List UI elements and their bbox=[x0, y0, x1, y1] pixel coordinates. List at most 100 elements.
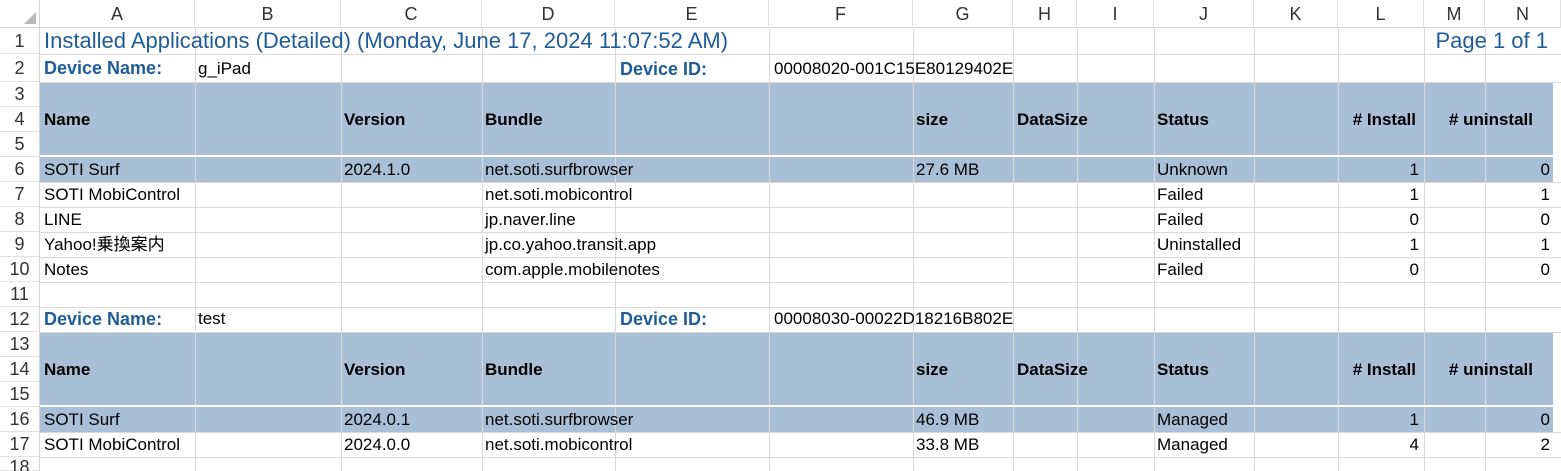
app-install-count: 4 bbox=[1409, 435, 1419, 454]
column-size-header: size bbox=[916, 110, 949, 129]
app-bundle: net.soti.surfbrowser bbox=[485, 160, 634, 179]
row-header-6[interactable]: 6 bbox=[0, 157, 39, 182]
app-status: Uninstalled bbox=[1157, 235, 1242, 254]
column-header-bar: A B C D E F G H I J K L M N bbox=[40, 0, 1561, 28]
row-header-9[interactable]: 9 bbox=[0, 232, 39, 257]
row-header-1[interactable]: 1 bbox=[0, 28, 39, 54]
column-status-header: Status bbox=[1157, 360, 1209, 379]
gridline bbox=[40, 182, 1561, 183]
highlight-row-16 bbox=[40, 407, 1553, 432]
row-header-11[interactable]: 11 bbox=[0, 282, 39, 307]
app-uninstall-count: 0 bbox=[1540, 160, 1550, 179]
app-install-count: 1 bbox=[1409, 410, 1419, 429]
column-header-J[interactable]: J bbox=[1154, 0, 1254, 28]
app-name: SOTI MobiControl bbox=[44, 185, 181, 204]
app-name: Notes bbox=[44, 260, 89, 279]
app-uninstall-count: 1 bbox=[1540, 185, 1550, 204]
column-install-header: # Install bbox=[1352, 110, 1416, 129]
app-name: Yahoo!乗換案内 bbox=[44, 235, 165, 254]
app-bundle: jp.co.yahoo.transit.app bbox=[485, 235, 657, 254]
column-header-B[interactable]: B bbox=[195, 0, 341, 28]
gridline bbox=[40, 54, 1561, 55]
column-header-I[interactable]: I bbox=[1077, 0, 1154, 28]
gridline bbox=[40, 332, 1561, 333]
row-header-14[interactable]: 14 bbox=[0, 357, 39, 382]
app-name: SOTI Surf bbox=[44, 160, 120, 179]
app-bundle: com.apple.mobilenotes bbox=[485, 260, 660, 279]
column-datasize-header: DataSize bbox=[1017, 360, 1088, 379]
gridline bbox=[40, 82, 1561, 83]
spreadsheet: A B C D E F G H I J K L M N 1 2 3 4 5 6 … bbox=[0, 0, 1561, 471]
app-install-count: 0 bbox=[1409, 260, 1419, 279]
column-status-header: Status bbox=[1157, 110, 1209, 129]
column-header-C[interactable]: C bbox=[341, 0, 482, 28]
column-header-D[interactable]: D bbox=[482, 0, 615, 28]
column-version-header: Version bbox=[344, 110, 406, 129]
device-id-label: Device ID: bbox=[620, 59, 708, 79]
row-header-16[interactable]: 16 bbox=[0, 407, 39, 432]
row-header-17[interactable]: 17 bbox=[0, 432, 39, 457]
app-bundle: net.soti.mobicontrol bbox=[485, 435, 633, 454]
app-uninstall-count: 0 bbox=[1540, 210, 1550, 229]
row-header-4[interactable]: 4 bbox=[0, 107, 39, 132]
column-size-header: size bbox=[916, 360, 949, 379]
row-header-5[interactable]: 5 bbox=[0, 132, 39, 157]
device-name-label: Device Name: bbox=[44, 309, 163, 329]
app-bundle: net.soti.mobicontrol bbox=[485, 185, 633, 204]
app-status: Unknown bbox=[1157, 160, 1228, 179]
column-uninstall-header: # uninstall bbox=[1448, 360, 1533, 379]
row-header-7[interactable]: 7 bbox=[0, 182, 39, 207]
column-name-header: Name bbox=[44, 110, 91, 129]
column-name-header: Name bbox=[44, 360, 91, 379]
app-uninstall-count: 2 bbox=[1540, 435, 1550, 454]
app-version: 2024.1.0 bbox=[344, 160, 411, 179]
select-all-corner[interactable] bbox=[0, 0, 40, 28]
column-uninstall-header: # uninstall bbox=[1448, 110, 1533, 129]
app-bundle: jp.naver.line bbox=[485, 210, 576, 229]
column-header-N[interactable]: N bbox=[1485, 0, 1561, 28]
row-header-18[interactable]: 18 bbox=[0, 457, 39, 471]
column-header-F[interactable]: F bbox=[769, 0, 913, 28]
app-size: 27.6 MB bbox=[916, 160, 980, 179]
column-header-A[interactable]: A bbox=[40, 0, 195, 28]
gridline bbox=[40, 432, 1561, 433]
app-uninstall-count: 1 bbox=[1540, 235, 1550, 254]
column-bundle-header: Bundle bbox=[485, 110, 543, 129]
app-status: Failed bbox=[1157, 185, 1204, 204]
app-uninstall-count: 0 bbox=[1540, 410, 1550, 429]
app-size: 33.8 MB bbox=[916, 435, 980, 454]
gridline bbox=[40, 207, 1561, 208]
device-name-value: test bbox=[198, 309, 226, 328]
row-header-2[interactable]: 2 bbox=[0, 54, 39, 82]
row-header-3[interactable]: 3 bbox=[0, 82, 39, 107]
column-header-G[interactable]: G bbox=[913, 0, 1013, 28]
band-separator bbox=[40, 155, 1553, 157]
app-install-count: 0 bbox=[1409, 210, 1419, 229]
app-bundle: net.soti.surfbrowser bbox=[485, 410, 634, 429]
column-header-L[interactable]: L bbox=[1338, 0, 1424, 28]
app-status: Managed bbox=[1157, 410, 1228, 429]
column-header-M[interactable]: M bbox=[1424, 0, 1485, 28]
column-header-E[interactable]: E bbox=[615, 0, 769, 28]
app-name: SOTI MobiControl bbox=[44, 435, 181, 454]
gridline bbox=[40, 257, 1561, 258]
app-size: 46.9 MB bbox=[916, 410, 980, 429]
app-version: 2024.0.0 bbox=[344, 435, 411, 454]
row-header-12[interactable]: 12 bbox=[0, 307, 39, 332]
column-header-H[interactable]: H bbox=[1013, 0, 1077, 28]
app-version: 2024.0.1 bbox=[344, 410, 411, 429]
report-title: Installed Applications (Detailed) (Monda… bbox=[44, 28, 729, 53]
app-uninstall-count: 0 bbox=[1540, 260, 1550, 279]
app-install-count: 1 bbox=[1409, 160, 1419, 179]
column-install-header: # Install bbox=[1352, 360, 1416, 379]
row-header-15[interactable]: 15 bbox=[0, 382, 39, 407]
gridline bbox=[40, 232, 1561, 233]
row-header-8[interactable]: 8 bbox=[0, 207, 39, 232]
app-install-count: 1 bbox=[1409, 185, 1419, 204]
app-name: LINE bbox=[44, 210, 82, 229]
app-install-count: 1 bbox=[1409, 235, 1419, 254]
row-header-10[interactable]: 10 bbox=[0, 257, 39, 282]
device-id-label: Device ID: bbox=[620, 309, 708, 329]
column-header-K[interactable]: K bbox=[1254, 0, 1338, 28]
row-header-13[interactable]: 13 bbox=[0, 332, 39, 357]
